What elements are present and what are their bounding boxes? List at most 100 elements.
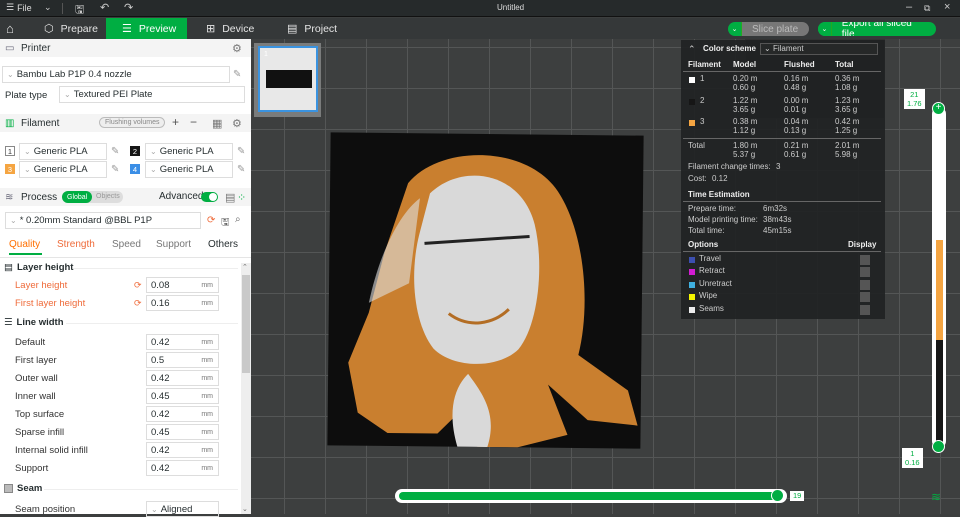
select-value: Aligned: [160, 503, 193, 515]
first-layer-height-input[interactable]: 0.16 mm: [146, 295, 219, 311]
process-section-title: Process: [21, 191, 58, 203]
home-button[interactable]: ⌂: [6, 18, 14, 39]
sync-icon[interactable]: ▦: [212, 117, 222, 130]
scroll-up-icon[interactable]: ⌃: [242, 263, 248, 271]
retract-swatch: [689, 269, 695, 275]
edit-icon[interactable]: ✎: [111, 146, 119, 157]
filament-select-1[interactable]: ⌄ Generic PLA: [19, 143, 107, 160]
layer-slider-bottom-handle[interactable]: [932, 440, 945, 453]
line-width-internal-solid-infill-input[interactable]: 0.42 mm: [146, 442, 219, 458]
flushed-length: 0.04 m: [784, 117, 809, 126]
move-slider-handle[interactable]: [771, 489, 784, 502]
chevron-down-icon[interactable]: ⌄: [44, 2, 52, 13]
line-width-top-surface-input[interactable]: 0.42 mm: [146, 406, 219, 422]
undo-icon[interactable]: ↶: [100, 1, 109, 14]
unit-label: mm: [201, 411, 213, 418]
tab-preview[interactable]: ☰ Preview: [106, 18, 187, 39]
tab-prepare[interactable]: ⬡ Prepare: [40, 18, 102, 39]
slice-stats-panel: ⌃ Color scheme ⌄ Filament Filament Model…: [681, 40, 885, 319]
subtab-strength[interactable]: Strength: [57, 239, 95, 250]
edit-icon[interactable]: ✎: [237, 146, 245, 157]
display-toggle[interactable]: [860, 267, 870, 277]
global-objects-toggle[interactable]: Global Objects: [62, 191, 123, 203]
filament-select-3[interactable]: ⌄ Generic PLA: [19, 161, 107, 178]
prepare-time-label: Prepare time:: [688, 204, 737, 213]
plate-type-select[interactable]: ⌄ Textured PEI Plate: [59, 86, 245, 103]
display-toggle[interactable]: [860, 305, 870, 315]
process-preset-select[interactable]: ⌄ * 0.20mm Standard @BBL P1P: [5, 212, 201, 229]
preset-value: * 0.20mm Standard @BBL P1P: [19, 215, 153, 226]
total-length: 2.01 m: [835, 141, 860, 150]
add-filament-button[interactable]: +: [172, 115, 179, 129]
edit-icon[interactable]: ✎: [237, 164, 245, 175]
seams-swatch: [689, 307, 695, 313]
project-icon: ▤: [287, 23, 298, 35]
global-option[interactable]: Global: [62, 191, 93, 203]
line-width-inner-wall-input[interactable]: 0.45 mm: [146, 388, 219, 404]
slice-plate-button[interactable]: ⌄ Slice plate: [728, 22, 809, 36]
plate-thumbnail[interactable]: 1: [254, 43, 321, 117]
settings-scrollbar[interactable]: ⌃ ⌄: [241, 263, 251, 514]
line-width-first-layer-input[interactable]: 0.5 mm: [146, 352, 219, 368]
file-menu[interactable]: ☰ File: [6, 2, 32, 13]
chevron-down-icon[interactable]: ⌄: [728, 22, 742, 36]
collapse-icon[interactable]: ⌃: [688, 44, 696, 55]
layer-height-input[interactable]: 0.08 mm: [146, 277, 219, 293]
objects-option[interactable]: Objects: [96, 193, 120, 200]
restore-icon[interactable]: ⧉: [924, 3, 930, 14]
layers-icon[interactable]: ≋: [931, 490, 941, 504]
option-label: Travel: [699, 254, 721, 263]
subtab-others[interactable]: Others: [208, 239, 238, 250]
reset-icon[interactable]: ⟳: [134, 298, 142, 309]
subtab-quality[interactable]: Quality: [9, 239, 40, 250]
advanced-toggle[interactable]: [201, 192, 218, 202]
line-width-support-input[interactable]: 0.42 mm: [146, 460, 219, 476]
filament-select-4[interactable]: ⌄ Generic PLA: [145, 161, 233, 178]
menu-icon: ☰: [6, 2, 15, 12]
scroll-down-icon[interactable]: ⌄: [242, 505, 248, 513]
tab-device[interactable]: ⊞ Device: [206, 18, 254, 39]
gear-icon[interactable]: ⚙: [232, 117, 242, 130]
gear-icon[interactable]: ⚙: [232, 42, 242, 55]
edit-icon[interactable]: ✎: [233, 69, 241, 80]
flushed-weight: 0.48 g: [784, 83, 807, 92]
thumbnail-object: [266, 70, 312, 88]
subtab-speed[interactable]: Speed: [112, 239, 141, 250]
tab-project[interactable]: ▤ Project: [287, 18, 337, 39]
line-width-default-input[interactable]: 0.42 mm: [146, 334, 219, 350]
flushed-length: 0.00 m: [784, 96, 809, 105]
remove-filament-button[interactable]: −: [190, 115, 197, 129]
line-width-inner-wall-label: Inner wall: [15, 391, 56, 402]
redo-icon[interactable]: ↷: [124, 1, 133, 14]
close-icon[interactable]: ×: [944, 1, 950, 13]
subtab-support[interactable]: Support: [156, 239, 191, 250]
edit-icon[interactable]: ✎: [111, 164, 119, 175]
filament-select-2[interactable]: ⌄ Generic PLA: [145, 143, 233, 160]
line-width-outer-wall-input[interactable]: 0.42 mm: [146, 370, 219, 386]
layer-band-filament-3: [936, 240, 943, 340]
color-scheme-select[interactable]: ⌄ Filament: [760, 43, 878, 55]
list-icon[interactable]: ▤: [225, 191, 235, 204]
unit-label: mm: [201, 339, 213, 346]
display-toggle[interactable]: [860, 292, 870, 302]
save-icon[interactable]: 🖫: [221, 215, 230, 232]
search-icon[interactable]: ⌕: [235, 214, 241, 225]
export-button[interactable]: ⌄ Export all sliced file: [818, 22, 936, 36]
layer-slider-top-handle[interactable]: +: [932, 102, 945, 115]
reset-icon[interactable]: ⟳: [134, 280, 142, 291]
filament-slot-number: 4: [130, 164, 140, 174]
flushing-volumes-button[interactable]: Flushing volumes: [99, 117, 166, 128]
compare-icon[interactable]: ⁘: [237, 191, 246, 204]
minimize-icon[interactable]: –: [906, 1, 912, 13]
printer-select[interactable]: ⌄ Bambu Lab P1P 0.4 nozzle: [2, 66, 230, 83]
sliced-model[interactable]: [327, 132, 644, 449]
display-toggle[interactable]: [860, 255, 870, 265]
scrollbar-thumb[interactable]: [242, 275, 250, 373]
chevron-down-icon[interactable]: ⌄: [818, 22, 832, 36]
seam-position-select[interactable]: ⌄ Aligned: [146, 501, 219, 517]
line-width-sparse-infill-input[interactable]: 0.45 mm: [146, 424, 219, 440]
filament-section-header: ▥ Filament Flushing volumes + − ▦ ⚙: [0, 114, 251, 132]
bottom-layer-number: 1: [910, 449, 915, 458]
reset-icon[interactable]: ⟳: [207, 215, 215, 226]
display-toggle[interactable]: [860, 280, 870, 290]
